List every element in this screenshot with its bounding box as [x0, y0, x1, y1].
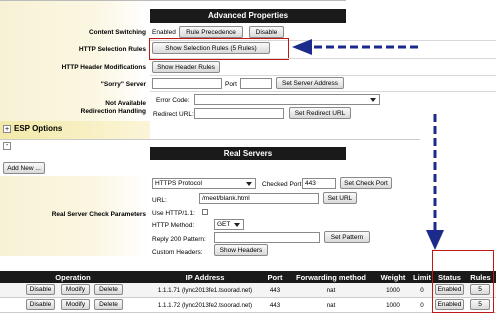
rule-precedence-button[interactable]: Rule Precedence	[179, 26, 243, 38]
chevron-down-icon	[370, 97, 376, 102]
col-operation: Operation	[55, 272, 91, 282]
delete-server-button[interactable]: Delete	[94, 299, 123, 310]
show-header-rules-button[interactable]: Show Header Rules	[152, 61, 220, 73]
weight-cell: 1000	[386, 301, 400, 309]
protocol-select[interactable]: HTTPS Protocol	[152, 178, 256, 189]
set-check-port-button[interactable]: Set Check Port	[340, 177, 392, 189]
show-headers-button[interactable]: Show Headers	[214, 244, 268, 256]
url-label: URL:	[152, 197, 167, 204]
advanced-properties-header: Advanced Properties	[150, 9, 346, 23]
chevron-down-icon	[246, 181, 252, 186]
section-toggle[interactable]: -	[3, 142, 11, 150]
esp-options-toggle[interactable]: +	[3, 125, 11, 133]
ip-address-cell: 1.1.1.72 (lync2013fe2.tsoorad.net)	[157, 301, 253, 309]
http-method-label: HTTP Method:	[152, 222, 195, 229]
arrow-left-icon	[292, 39, 418, 55]
col-limit: Limit	[413, 272, 431, 282]
status-rules-highlight	[432, 250, 494, 313]
redirect-url-input[interactable]	[194, 108, 284, 119]
sorry-server-port-input[interactable]	[240, 78, 272, 89]
set-url-button[interactable]: Set URL	[323, 192, 357, 204]
limit-cell: 0	[420, 301, 424, 309]
checked-port-label: Checked Port	[262, 181, 302, 188]
content-switching-label: Content Switching	[88, 29, 146, 36]
reply200-input[interactable]	[214, 232, 320, 243]
not-available-label-line2: Redirection Handling	[80, 108, 146, 115]
use-http11-checkbox[interactable]	[202, 209, 208, 215]
url-input[interactable]: /meet/blank.html	[199, 193, 319, 204]
sorry-server-label: "Sorry" Server	[100, 81, 146, 88]
protocol-value: HTTPS Protocol	[155, 180, 202, 187]
esp-options-label[interactable]: ESP Options	[14, 124, 62, 133]
http-method-value: GET	[217, 221, 231, 228]
top-border	[0, 0, 346, 1]
col-port: Port	[267, 272, 283, 282]
redirect-url-label: Redirect URL:	[153, 111, 194, 118]
row-divider	[150, 75, 496, 76]
port-cell: 443	[269, 301, 281, 309]
method-cell: nat	[326, 301, 336, 309]
set-redirect-url-button[interactable]: Set Redirect URL	[289, 107, 351, 119]
col-weight: Weight	[380, 272, 406, 282]
selection-rules-highlight	[149, 38, 289, 60]
sorry-server-address-input[interactable]	[152, 78, 222, 89]
real-server-check-params-label: Real Server Check Parameters	[51, 211, 146, 218]
port-cell: 443	[269, 286, 281, 294]
checked-port-input[interactable]: 443	[302, 178, 336, 189]
chevron-down-icon	[234, 222, 240, 227]
custom-headers-label: Custom Headers:	[152, 249, 203, 256]
sorry-server-port-label: Port	[225, 81, 237, 88]
disable-server-button[interactable]: Disable	[26, 299, 55, 310]
disable-server-button[interactable]: Disable	[26, 284, 55, 295]
set-server-address-button[interactable]: Set Server Address	[276, 77, 344, 89]
error-code-label: Error Code:	[156, 97, 190, 104]
http-method-select[interactable]: GET	[214, 219, 244, 230]
use-http11-label: Use HTTP/1.1:	[152, 210, 195, 217]
delete-server-button[interactable]: Delete	[94, 284, 123, 295]
col-ip-address: IP Address	[185, 272, 225, 282]
modify-server-button[interactable]: Modify	[61, 299, 90, 310]
esp-divider	[0, 139, 420, 140]
method-cell: nat	[326, 286, 336, 294]
add-new-button[interactable]: Add New ...	[3, 162, 45, 174]
disable-content-switching-button[interactable]: Disable	[249, 26, 284, 38]
weight-cell: 1000	[386, 286, 400, 294]
limit-cell: 0	[420, 286, 424, 294]
error-code-select[interactable]	[194, 94, 380, 105]
arrow-down-icon	[426, 114, 444, 250]
col-forwarding-method: Forwarding method	[296, 272, 366, 282]
real-servers-header: Real Servers	[150, 147, 346, 160]
set-pattern-button[interactable]: Set Pattern	[324, 231, 370, 243]
content-switching-status: Enabled	[152, 29, 176, 36]
not-available-label-line1: Not Available	[105, 100, 146, 107]
row-divider	[150, 58, 496, 59]
http-selection-rules-label: HTTP Selection Rules	[78, 46, 146, 53]
http-header-mods-label: HTTP Header Modifications	[61, 64, 146, 71]
row-divider	[150, 91, 496, 92]
ip-address-cell: 1.1.1.71 (lync2013fe1.tsoorad.net)	[157, 286, 253, 294]
reply200-label: Reply 200 Pattern:	[152, 236, 206, 243]
modify-server-button[interactable]: Modify	[61, 284, 90, 295]
